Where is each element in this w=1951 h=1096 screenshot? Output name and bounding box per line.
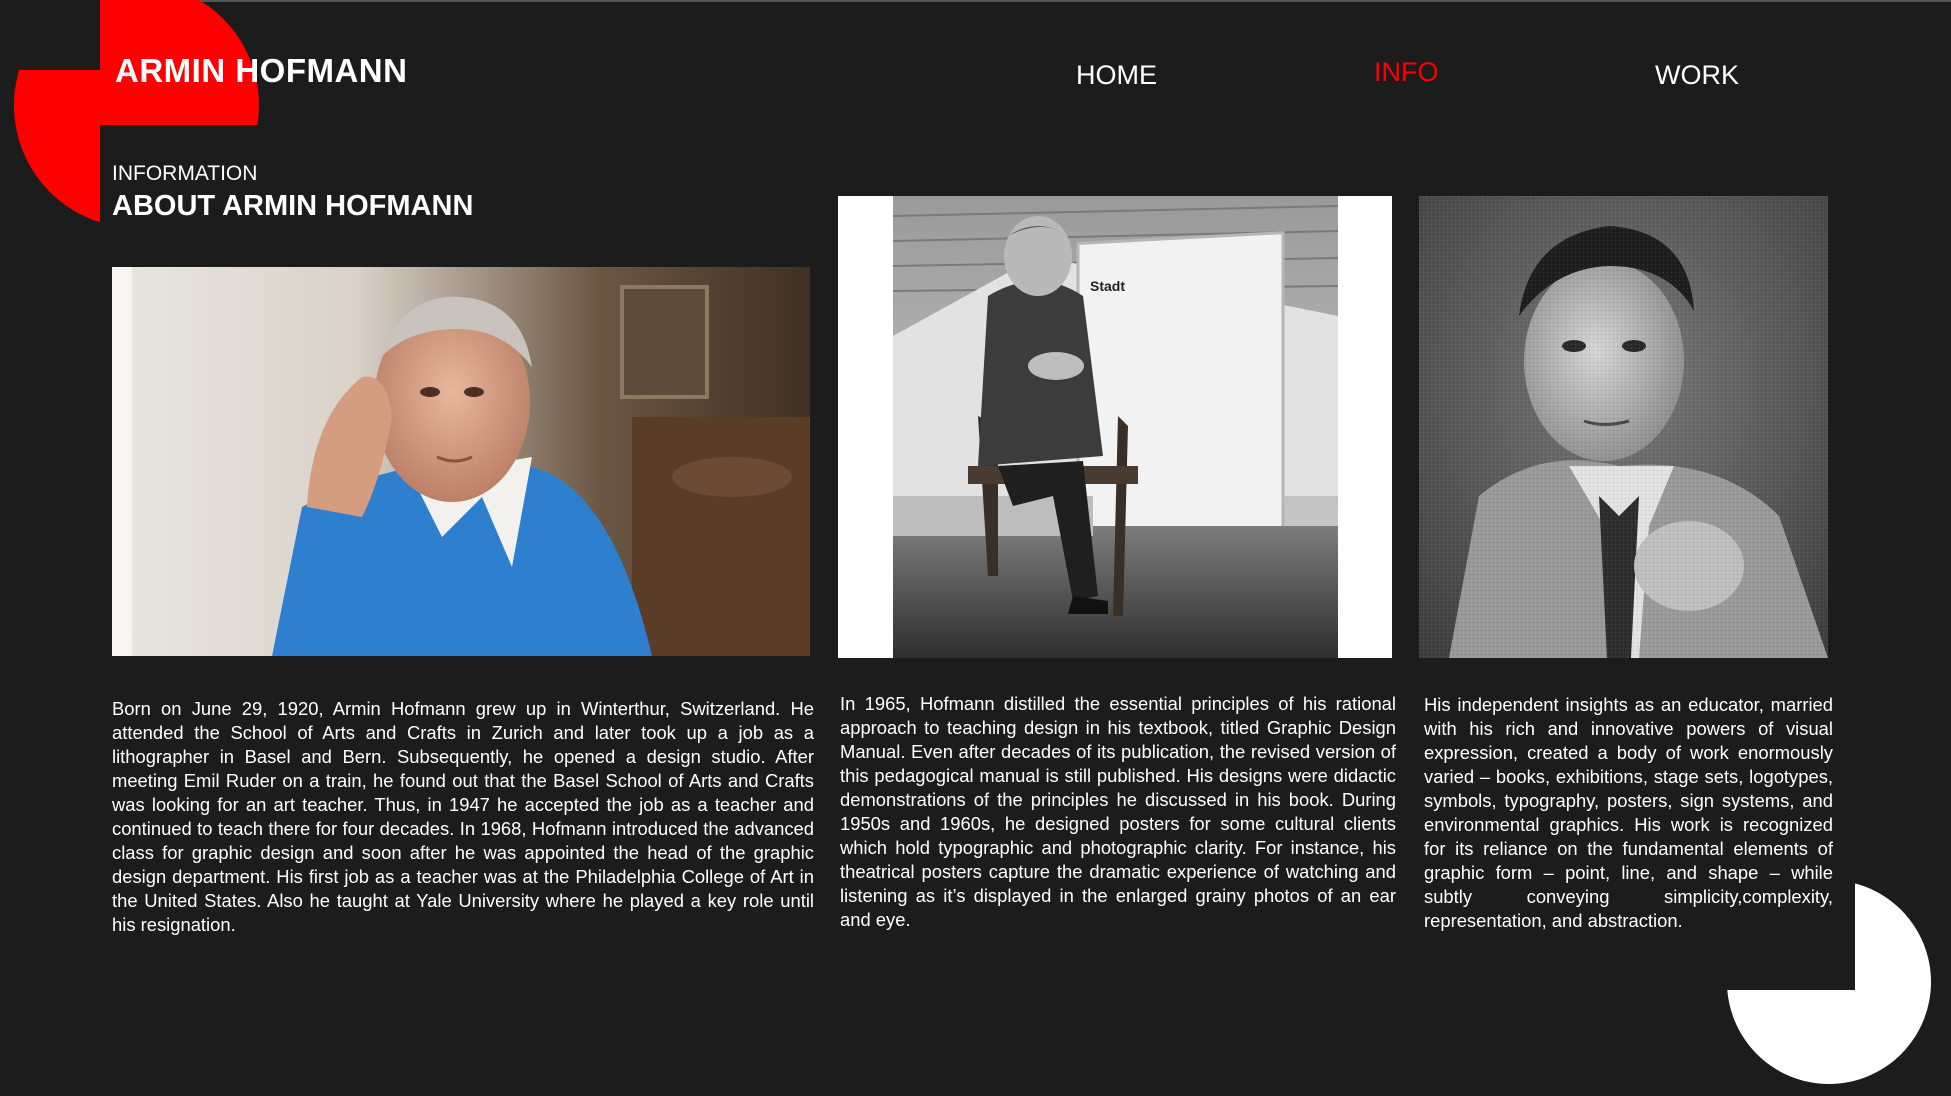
section-eyebrow: INFORMATION	[112, 162, 258, 185]
bio-paragraph-early-life: Born on June 29, 1920, Armin Hofmann gre…	[112, 698, 814, 935]
bio-paragraph-graphic-design-manual: In 1965, Hofmann distilled the essential…	[840, 693, 1396, 930]
main-nav: HOME INFO WORK	[0, 57, 1951, 100]
top-border-line	[0, 0, 1951, 2]
nav-home-link[interactable]: HOME	[1076, 60, 1157, 91]
portrait-photo-blue-sweater	[112, 267, 810, 656]
page-title: ABOUT ARMIN HOFMANN	[112, 190, 474, 222]
nav-work-link[interactable]: WORK	[1655, 60, 1739, 91]
svg-text:Stadt: Stadt	[1090, 278, 1125, 294]
nav-info-link[interactable]: INFO	[1374, 57, 1439, 88]
portrait-photo-seated-bw: Stadt	[838, 196, 1392, 658]
bio-paragraph-legacy: His independent insights as an educator,…	[1424, 694, 1833, 931]
portrait-photo-vintage	[1419, 196, 1828, 658]
